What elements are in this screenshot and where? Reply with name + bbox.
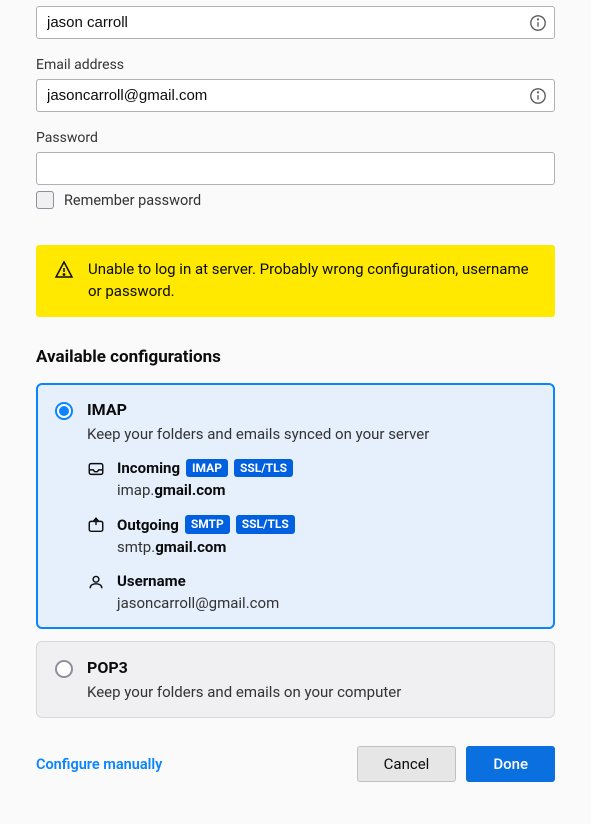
config-title-pop3: POP3	[87, 658, 536, 677]
tag-imap: IMAP	[186, 459, 228, 478]
config-title-imap: IMAP	[87, 400, 536, 419]
error-alert: Unable to log in at server. Probably wro…	[36, 245, 555, 317]
username-label: Username	[117, 572, 186, 590]
config-option-imap[interactable]: IMAP Keep your folders and emails synced…	[36, 383, 555, 630]
outgoing-host: smtp.gmail.com	[117, 538, 536, 556]
remember-password-label: Remember password	[64, 192, 201, 209]
outgoing-label: Outgoing	[117, 516, 179, 534]
error-alert-text: Unable to log in at server. Probably wro…	[88, 259, 537, 303]
info-icon[interactable]	[529, 14, 547, 32]
name-input[interactable]	[36, 6, 555, 39]
configure-manually-link[interactable]: Configure manually	[36, 756, 162, 773]
remember-password-checkbox[interactable]	[36, 191, 54, 209]
radio-pop3[interactable]	[55, 660, 73, 678]
name-input-wrapper	[36, 6, 555, 39]
tag-smtp: SMTP	[185, 515, 230, 534]
remember-password-row[interactable]: Remember password	[36, 191, 555, 209]
outgoing-row: Outgoing SMTP SSL/TLS smtp.gmail.com	[87, 515, 536, 556]
incoming-row: Incoming IMAP SSL/TLS imap.gmail.com	[87, 459, 536, 500]
password-input-wrapper	[36, 152, 555, 185]
email-label: Email address	[36, 57, 555, 73]
cancel-button[interactable]: Cancel	[357, 746, 457, 782]
email-input-wrapper	[36, 79, 555, 112]
config-option-pop3[interactable]: POP3 Keep your folders and emails on you…	[36, 641, 555, 718]
warning-icon	[54, 260, 74, 284]
password-label: Password	[36, 130, 555, 146]
radio-imap[interactable]	[55, 402, 73, 420]
incoming-host: imap.gmail.com	[117, 481, 536, 499]
done-button[interactable]: Done	[466, 746, 555, 782]
username-row: Username jasoncarroll@gmail.com	[87, 572, 536, 612]
config-desc-pop3: Keep your folders and emails on your com…	[87, 683, 536, 701]
password-input[interactable]	[36, 152, 555, 185]
available-configurations-heading: Available configurations	[36, 347, 555, 367]
inbox-icon	[87, 460, 105, 478]
tag-ssl-outgoing: SSL/TLS	[236, 515, 295, 534]
tag-ssl-incoming: SSL/TLS	[234, 459, 293, 478]
email-input[interactable]	[36, 79, 555, 112]
outbox-icon	[87, 516, 105, 534]
incoming-label: Incoming	[117, 459, 180, 477]
username-value: jasoncarroll@gmail.com	[117, 594, 536, 612]
user-icon	[87, 573, 105, 591]
config-desc-imap: Keep your folders and emails synced on y…	[87, 425, 536, 443]
info-icon[interactable]	[529, 87, 547, 105]
